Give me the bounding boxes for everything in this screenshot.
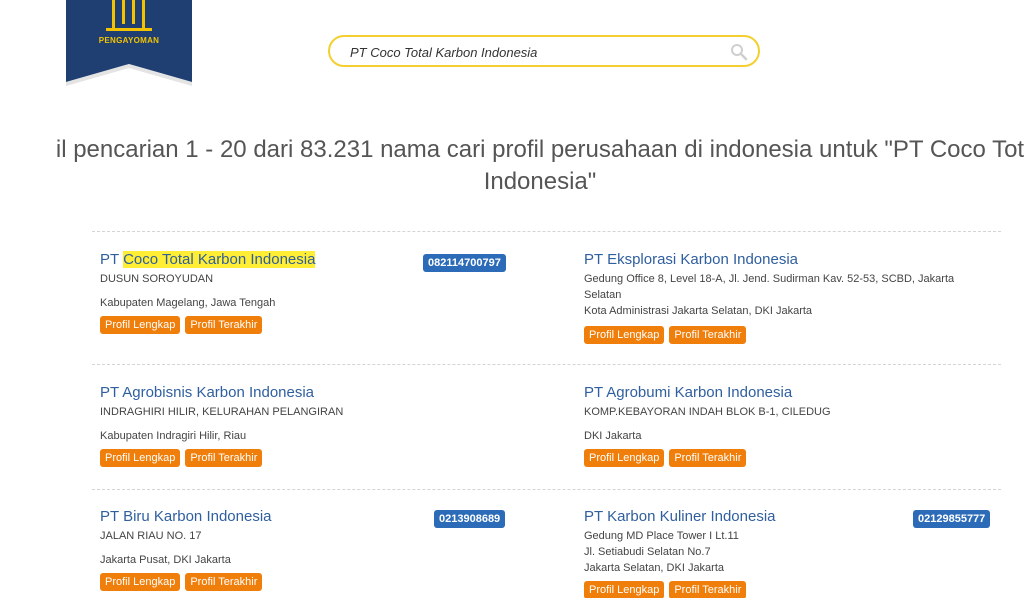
profil-terakhir-button[interactable]: Profil Terakhir [669, 449, 747, 467]
company-address-line1: Gedung MD Place Tower I Lt.11 [584, 530, 739, 542]
title-highlight: Coco Total Karbon Indonesia [123, 251, 316, 268]
company-address: JALAN RIAU NO. 17 [100, 530, 202, 542]
list-item: PT Agrobisnis Karbon Indonesia INDRAGHIR… [100, 384, 520, 467]
phone-badge[interactable]: 082114700797 [423, 254, 506, 272]
company-city: DKI Jakarta [584, 430, 642, 442]
list-item: PT Eksplorasi Karbon Indonesia Gedung Of… [584, 251, 994, 344]
profil-lengkap-button[interactable]: Profil Lengkap [584, 326, 665, 344]
results-heading: il pencarian 1 - 20 dari 83.231 nama car… [0, 134, 1024, 198]
divider [92, 231, 1001, 232]
profil-terakhir-button[interactable]: Profil Terakhir [185, 316, 263, 334]
logo-text: PENGAYOMAN [98, 36, 160, 45]
profil-terakhir-button[interactable]: Profil Terakhir [669, 581, 747, 598]
company-title-link[interactable]: PT Eksplorasi Karbon Indonesia [584, 251, 994, 269]
divider [92, 489, 1001, 490]
company-address: DUSUN SOROYUDAN [100, 273, 214, 285]
search-box[interactable] [328, 35, 760, 67]
search-icon[interactable] [730, 43, 748, 61]
company-city: Kabupaten Magelang, Jawa Tengah [100, 297, 276, 309]
list-item: PT Agrobumi Karbon Indonesia KOMP.KEBAYO… [584, 384, 1004, 467]
profil-lengkap-button[interactable]: Profil Lengkap [584, 449, 665, 467]
divider [92, 364, 1001, 365]
title-prefix: PT [100, 251, 124, 268]
company-address: Gedung Office 8, Level 18-A, Jl. Jend. S… [584, 273, 955, 301]
company-title-link[interactable]: PT Agrobumi Karbon Indonesia [584, 384, 1004, 402]
logo[interactable]: PENGAYOMAN [66, 0, 192, 86]
company-address-line2: Jl. Setiabudi Selatan No.7 [584, 546, 711, 558]
profil-lengkap-button[interactable]: Profil Lengkap [100, 449, 181, 467]
company-title-link[interactable]: PT Agrobisnis Karbon Indonesia [100, 384, 520, 402]
profil-terakhir-button[interactable]: Profil Terakhir [185, 449, 263, 467]
profil-terakhir-button[interactable]: Profil Terakhir [669, 326, 747, 344]
company-city: Jakarta Pusat, DKI Jakarta [100, 554, 231, 566]
company-city: Jakarta Selatan, DKI Jakarta [584, 562, 725, 574]
profil-lengkap-button[interactable]: Profil Lengkap [100, 316, 181, 334]
company-city: Kota Administrasi Jakarta Selatan, DKI J… [584, 305, 813, 317]
profil-lengkap-button[interactable]: Profil Lengkap [100, 573, 181, 591]
company-address: KOMP.KEBAYORAN INDAH BLOK B-1, CILEDUG [584, 406, 831, 418]
company-city: Kabupaten Indragiri Hilir, Riau [100, 430, 247, 442]
profil-terakhir-button[interactable]: Profil Terakhir [185, 573, 263, 591]
search-input[interactable] [348, 41, 732, 63]
profil-lengkap-button[interactable]: Profil Lengkap [584, 581, 665, 598]
page: PENGAYOMAN il pencarian 1 - 20 dari 83.2… [0, 0, 1024, 598]
company-address: INDRAGHIRI HILIR, KELURAHAN PELANGIRAN [100, 406, 344, 418]
results-heading-line1: il pencarian 1 - 20 dari 83.231 nama car… [55, 136, 1024, 163]
phone-badge[interactable]: 02129855777 [913, 510, 991, 528]
phone-badge[interactable]: 0213908689 [434, 510, 506, 528]
results-heading-line2: Indonesia" [483, 168, 597, 195]
